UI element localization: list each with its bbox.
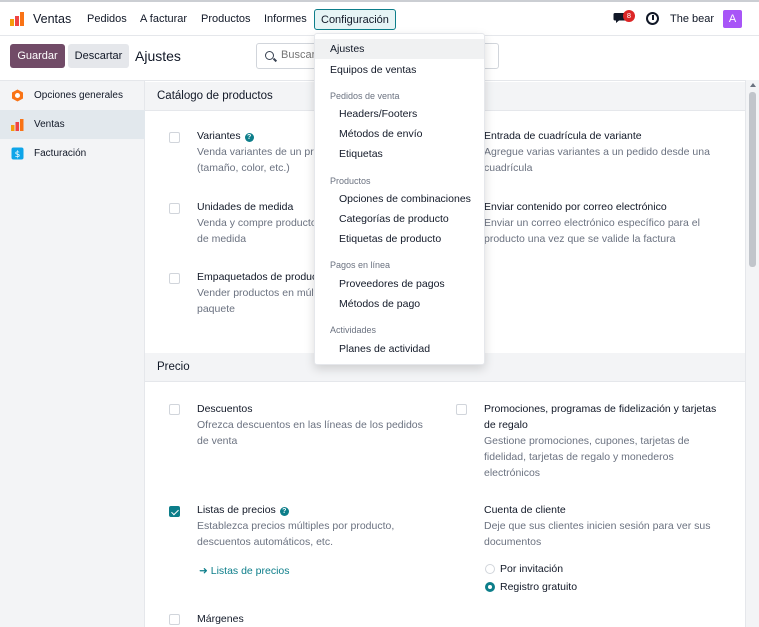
sidebar-item-label: Facturación [34, 148, 87, 159]
pricelists-title: Listas de precios? [197, 502, 289, 518]
discounts-checkbox[interactable] [169, 404, 180, 415]
variantes-desc-2: (tamaño, color, etc.) [197, 162, 290, 174]
variantes-checkbox[interactable] [169, 132, 180, 143]
menu-item-ajustes[interactable]: Ajustes [315, 39, 484, 59]
grid-entry-desc-2: cuadrícula [484, 162, 533, 174]
email-content-desc: Enviar un correo electrónico específico … [484, 217, 700, 229]
pricelists-desc: Establezca precios múltiples por product… [197, 520, 395, 532]
radio-label-por-invitacion: Por invitación [500, 563, 564, 575]
email-content-desc-2: producto una vez que se valide la factur… [484, 233, 676, 245]
menu-item-metodos-pago[interactable]: Métodos de pago [315, 294, 484, 314]
packaging-desc: Vender productos en múlt [197, 287, 317, 299]
invoicing-app-icon: $ [11, 147, 24, 160]
settings-app-icon [12, 89, 23, 102]
section-title: Catálogo de productos [157, 90, 273, 102]
menu-item-equipos-ventas[interactable]: Equipos de ventas [315, 60, 484, 80]
menu-item-categorias[interactable]: Categorías de producto [315, 209, 484, 229]
pricelists-link[interactable]: ➜ Listas de precios [199, 565, 290, 577]
section-title: Precio [157, 361, 190, 373]
menu-group-pagos: Pagos en línea [330, 260, 391, 270]
email-content-title: Enviar contenido por correo electrónico [484, 201, 667, 213]
menu-item-etiquetas-producto[interactable]: Etiquetas de producto [315, 229, 484, 249]
menu-item-combinaciones[interactable]: Opciones de combinaciones [315, 189, 484, 209]
menu-productos[interactable]: Productos [201, 13, 251, 25]
packaging-checkbox[interactable] [169, 273, 180, 284]
margins-title: Márgenes [197, 613, 244, 625]
promotions-desc-3: electrónicos [484, 467, 541, 479]
app-name[interactable]: Ventas [33, 12, 71, 26]
menu-a-facturar[interactable]: A facturar [140, 13, 187, 25]
pricelists-desc-2: descuentos automáticos, etc. [197, 536, 333, 548]
scrollbar[interactable] [745, 80, 759, 627]
activity-clock-icon[interactable] [646, 12, 659, 25]
menu-item-headers-footers[interactable]: Headers/Footers [315, 104, 484, 124]
discounts-desc: Ofrezca descuentos en las líneas de los … [197, 419, 423, 431]
units-checkbox[interactable] [169, 203, 180, 214]
arrow-right-icon: ➜ [199, 565, 208, 577]
radio-por-invitacion[interactable] [485, 564, 495, 574]
menu-group-productos: Productos [330, 176, 371, 186]
radio-registro-gratuito[interactable] [485, 582, 495, 592]
scroll-up-icon[interactable] [750, 83, 756, 87]
svg-text:$: $ [15, 150, 21, 160]
discounts-desc-2: de venta [197, 435, 238, 447]
discounts-title: Descuentos [197, 403, 253, 415]
menu-configuracion[interactable]: Configuración [314, 9, 396, 30]
customer-account-title: Cuenta de cliente [484, 504, 566, 516]
sales-app-icon [11, 119, 24, 131]
menu-group-actividades: Actividades [330, 325, 377, 335]
breadcrumb: Ajustes [135, 48, 181, 64]
pricelists-checkbox[interactable] [169, 506, 180, 517]
promotions-checkbox[interactable] [456, 404, 467, 415]
top-border [0, 0, 759, 2]
grid-entry-desc: Agregue varias variantes a un pedido des… [484, 146, 710, 158]
radio-label-registro-gratuito: Registro gratuito [500, 581, 578, 593]
notification-badge: 8 [623, 10, 635, 22]
packaging-title: Empaquetados de produc [197, 271, 318, 283]
promotions-title: Promociones, programas de fidelización y… [484, 403, 717, 415]
margins-checkbox[interactable] [169, 614, 180, 625]
menu-informes[interactable]: Informes [264, 13, 307, 25]
scrollbar-thumb[interactable] [749, 92, 756, 267]
save-button[interactable]: Guardar [10, 44, 65, 68]
user-name[interactable]: The bear [670, 13, 714, 25]
sidebar-item-general[interactable]: Opciones generales [0, 81, 145, 110]
help-icon[interactable]: ? [279, 507, 289, 516]
menu-item-etiquetas[interactable]: Etiquetas [315, 144, 484, 164]
promotions-desc: Gestione promociones, cupones, tarjetas … [484, 435, 690, 447]
top-navbar: Ventas Pedidos A facturar Productos Info… [0, 0, 759, 36]
promotions-title-2: de regalo [484, 419, 528, 431]
sales-app-icon[interactable] [10, 11, 26, 27]
promotions-desc-2: fidelidad, tarjetas de regalo y monedero… [484, 451, 674, 463]
grid-entry-title: Entrada de cuadrícula de variante [484, 130, 642, 142]
configuration-dropdown: Ajustes Equipos de ventas Pedidos de ven… [314, 33, 485, 365]
sidebar-item-label: Ventas [34, 119, 65, 130]
avatar[interactable]: A [723, 10, 742, 28]
variantes-desc: Venda variantes de un pr [197, 146, 314, 158]
variantes-title: Variantes? [197, 128, 254, 144]
menu-item-planes-actividad[interactable]: Planes de actividad [315, 339, 484, 359]
menu-item-proveedores-pago[interactable]: Proveedores de pagos [315, 274, 484, 294]
menu-group-pedidos: Pedidos de venta [330, 91, 400, 101]
sidebar-item-label: Opciones generales [34, 90, 123, 101]
units-desc: Venda y compre producto [197, 217, 317, 229]
sidebar-item-facturacion[interactable]: $ Facturación [0, 139, 145, 168]
menu-pedidos[interactable]: Pedidos [87, 13, 127, 25]
customer-account-desc: Deje que sus clientes inicien sesión par… [484, 520, 711, 532]
units-desc-2: de medida [197, 233, 247, 245]
units-title: Unidades de medida [197, 201, 294, 213]
search-icon [265, 51, 274, 60]
customer-account-desc-2: documentos [484, 536, 542, 548]
menu-item-metodos-envio[interactable]: Métodos de envío [315, 124, 484, 144]
packaging-desc-2: paquete [197, 303, 235, 315]
discard-button[interactable]: Descartar [68, 44, 129, 68]
help-icon[interactable]: ? [244, 133, 254, 142]
sidebar-item-ventas[interactable]: Ventas [0, 110, 145, 139]
settings-sidebar: Opciones generales Ventas $ Facturación [0, 80, 145, 627]
